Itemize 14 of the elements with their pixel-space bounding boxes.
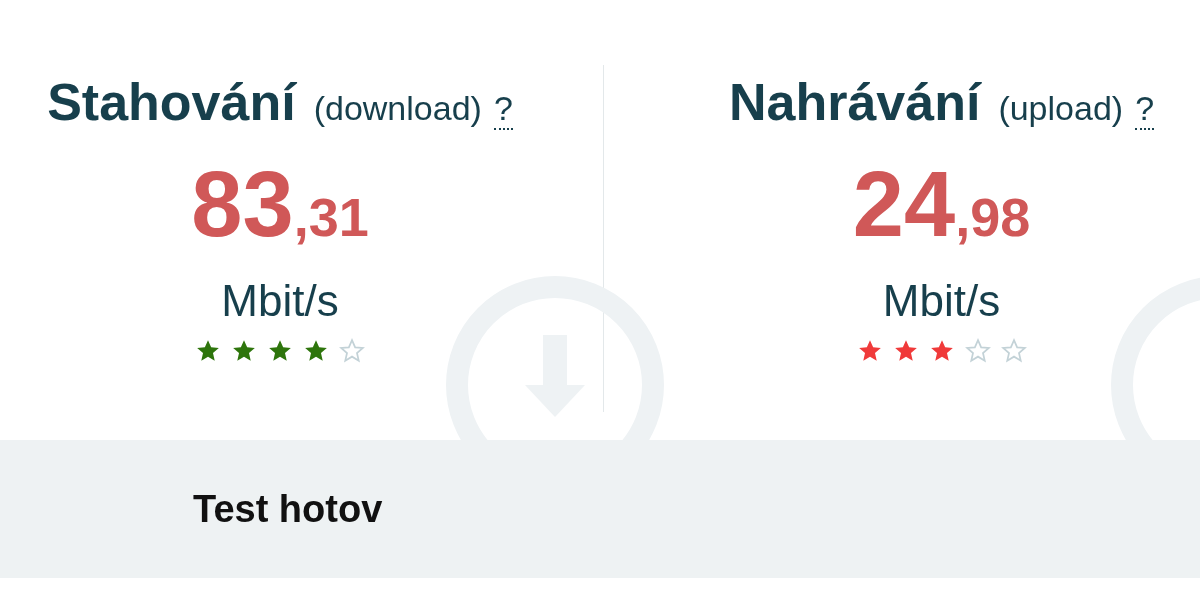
panel-subtitle: (download) — [313, 89, 482, 128]
help-link[interactable]: ? — [493, 89, 513, 130]
panel-title: Stahování — [47, 72, 296, 132]
star-icon — [964, 338, 991, 364]
star-icon — [339, 338, 365, 364]
speed-unit: Mbit/s — [221, 276, 339, 326]
speed-value: 83,31 — [191, 158, 369, 250]
help-link[interactable]: ? — [1135, 89, 1155, 130]
panel-subtitle: (upload) — [998, 89, 1124, 128]
speed-unit: Mbit/s — [882, 276, 1001, 326]
panel-title: Nahrávání — [728, 72, 981, 132]
star-icon — [1000, 338, 1027, 364]
speed-value: 24,98 — [852, 158, 1031, 250]
status-text: Test hotov — [193, 487, 383, 531]
